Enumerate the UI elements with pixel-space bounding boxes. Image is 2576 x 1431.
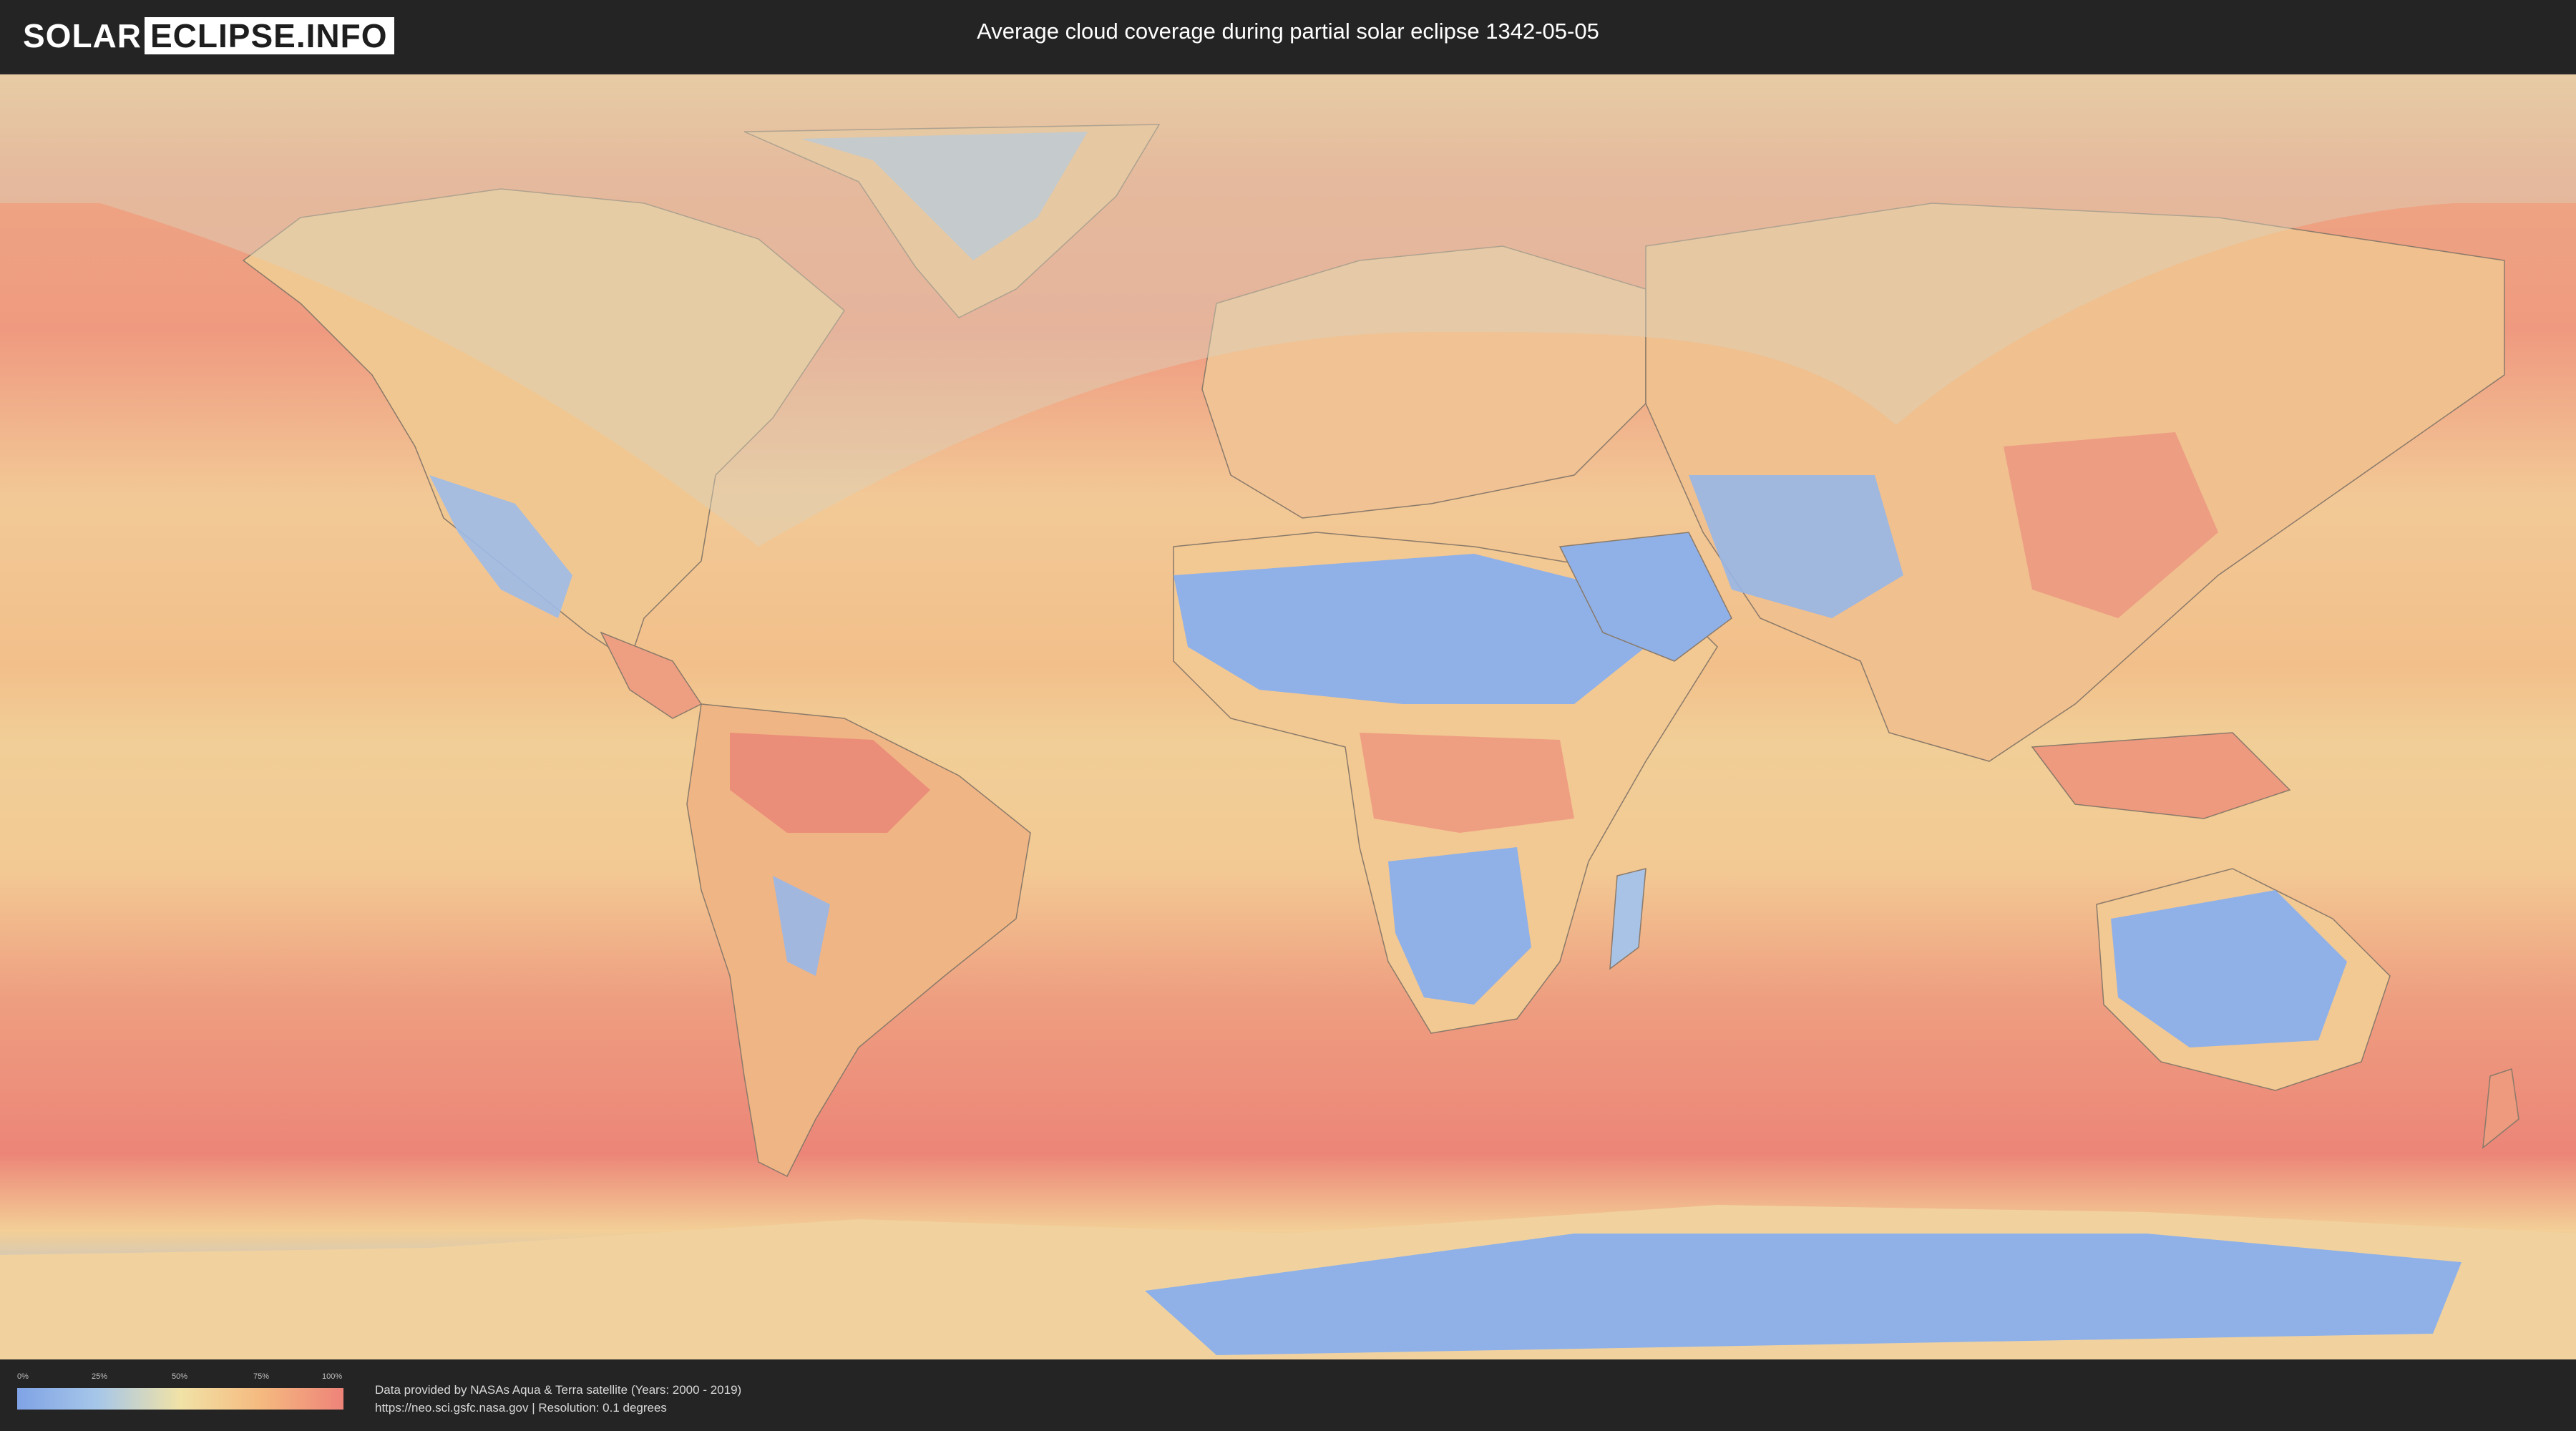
- legend-label-25: 25%: [92, 1372, 108, 1381]
- legend-label-50: 50%: [172, 1372, 188, 1381]
- legend-label-75: 75%: [253, 1372, 270, 1381]
- legend-label-0: 0%: [17, 1372, 29, 1381]
- page-title: Average cloud coverage during partial so…: [977, 19, 1599, 44]
- legend-label-100: 100%: [322, 1372, 343, 1381]
- map-canvas: [0, 74, 2576, 1359]
- top-bar: SOLAR ECLIPSE.INFO Average cloud coverag…: [0, 0, 2576, 72]
- credit-line-1: Data provided by NASAs Aqua & Terra sate…: [375, 1383, 742, 1397]
- cloud-coverage-map[interactable]: [0, 74, 2576, 1359]
- data-credits: Data provided by NASAs Aqua & Terra sate…: [375, 1381, 741, 1417]
- cloud-coverage-legend: 0% 25% 50% 75% 100%: [17, 1372, 343, 1415]
- bottom-bar: 0% 25% 50% 75% 100% Data provided by NAS…: [0, 1359, 2576, 1431]
- cloudy-central-africa: [1360, 733, 1574, 833]
- credit-line-2: https://neo.sci.gsfc.nasa.gov | Resoluti…: [375, 1401, 667, 1415]
- legend-color-bar: [17, 1388, 343, 1410]
- legend-labels: 0% 25% 50% 75% 100%: [17, 1372, 343, 1382]
